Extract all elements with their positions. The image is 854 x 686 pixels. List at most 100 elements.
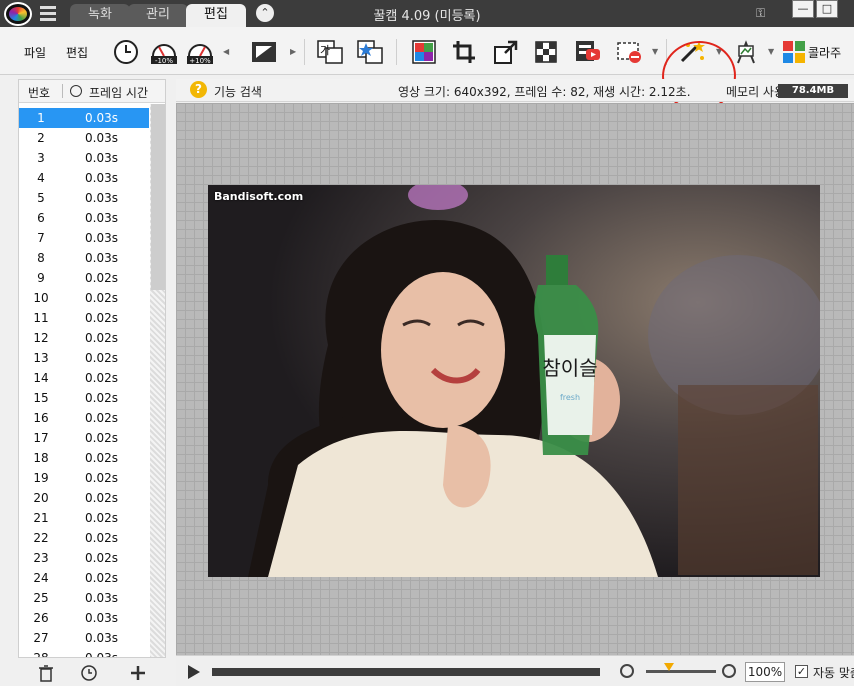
autofit-checkbox[interactable]: ✓ bbox=[795, 665, 808, 678]
remove-frames-icon[interactable] bbox=[616, 38, 644, 66]
frame-number: 4 bbox=[37, 171, 45, 185]
info-bar: ? 기능 검색 영상 크기: 640x392, 프레임 수: 82, 재생 시간… bbox=[176, 79, 854, 102]
frame-row[interactable]: 10 0.02s bbox=[19, 288, 149, 308]
preview-scene: 참이슬 fresh bbox=[208, 185, 820, 577]
frame-row[interactable]: 5 0.03s bbox=[19, 188, 149, 208]
frame-row[interactable]: 28 0.03s bbox=[19, 648, 149, 657]
dropdown-arrow-icon[interactable]: ▼ bbox=[652, 47, 658, 56]
frame-row[interactable]: 11 0.02s bbox=[19, 308, 149, 328]
add-frame-icon[interactable] bbox=[129, 664, 147, 682]
frame-number: 5 bbox=[37, 191, 45, 205]
frame-row[interactable]: 15 0.02s bbox=[19, 388, 149, 408]
frame-row[interactable]: 16 0.02s bbox=[19, 408, 149, 428]
frame-number: 17 bbox=[33, 431, 49, 445]
frame-number: 15 bbox=[33, 391, 49, 405]
frame-row[interactable]: 20 0.02s bbox=[19, 488, 149, 508]
frame-row[interactable]: 21 0.02s bbox=[19, 508, 149, 528]
frame-row[interactable]: 24 0.02s bbox=[19, 568, 149, 588]
frame-row[interactable]: 14 0.02s bbox=[19, 368, 149, 388]
frame-time: 0.02s bbox=[85, 531, 118, 545]
zoom-slider-thumb[interactable] bbox=[664, 663, 675, 671]
frame-time: 0.03s bbox=[85, 251, 118, 265]
window-title: 꿀캠 4.09 (미등록) bbox=[373, 9, 481, 24]
frame-delay-icon[interactable] bbox=[80, 664, 98, 682]
frame-row[interactable]: 2 0.03s bbox=[19, 128, 149, 148]
frame-time: 0.03s bbox=[85, 111, 118, 125]
frame-preview-image[interactable]: 참이슬 fresh Bandisoft.com bbox=[208, 185, 820, 577]
resize-icon[interactable] bbox=[492, 38, 520, 66]
frame-row[interactable]: 13 0.02s bbox=[19, 348, 149, 368]
maximize-button[interactable]: □ bbox=[816, 0, 838, 18]
frame-number: 2 bbox=[37, 131, 45, 145]
text-icon[interactable]: 가 bbox=[316, 38, 344, 66]
edit-menu[interactable]: 편집 bbox=[66, 44, 88, 61]
mosaic-icon[interactable] bbox=[532, 38, 560, 66]
frame-row[interactable]: 17 0.02s bbox=[19, 428, 149, 448]
clock-icon[interactable] bbox=[112, 38, 140, 66]
frame-row[interactable]: 26 0.03s bbox=[19, 608, 149, 628]
frame-row[interactable]: 6 0.03s bbox=[19, 208, 149, 228]
speed-up-icon[interactable]: +10% bbox=[186, 38, 214, 66]
frame-row[interactable]: 22 0.02s bbox=[19, 528, 149, 548]
frame-row[interactable]: 4 0.03s bbox=[19, 168, 149, 188]
frame-row[interactable]: 9 0.02s bbox=[19, 268, 149, 288]
frame-row[interactable]: 12 0.02s bbox=[19, 328, 149, 348]
sticker-icon[interactable] bbox=[356, 38, 384, 66]
frame-number: 18 bbox=[33, 451, 49, 465]
minimize-button[interactable]: — bbox=[792, 0, 814, 18]
frame-row[interactable]: 18 0.02s bbox=[19, 448, 149, 468]
zoom-in-icon[interactable] bbox=[722, 664, 736, 678]
playback-bar: 100% ✓ 자동 맞춤 bbox=[176, 655, 854, 686]
frame-time: 0.03s bbox=[85, 211, 118, 225]
frame-list-header: 번호 프레임 시간 bbox=[19, 80, 165, 103]
frame-number: 11 bbox=[33, 311, 49, 325]
frame-row[interactable]: 19 0.02s bbox=[19, 468, 149, 488]
video-icon[interactable] bbox=[574, 38, 602, 66]
column-header-frame-time[interactable]: 프레임 시간 bbox=[89, 84, 148, 101]
frame-row[interactable]: 27 0.03s bbox=[19, 628, 149, 648]
scrollbar-thumb[interactable] bbox=[151, 104, 165, 290]
paint-icon[interactable] bbox=[732, 38, 760, 66]
feature-search[interactable]: 기능 검색 bbox=[214, 83, 262, 100]
zoom-slider-track[interactable] bbox=[646, 670, 716, 673]
paint-dropdown-icon[interactable]: ▼ bbox=[768, 47, 774, 56]
frame-time: 0.02s bbox=[85, 391, 118, 405]
left-arrow-icon[interactable]: ◀ bbox=[223, 47, 229, 56]
frame-list-footer bbox=[18, 658, 166, 686]
frame-time: 0.03s bbox=[85, 611, 118, 625]
frame-number: 27 bbox=[33, 631, 49, 645]
frame-row[interactable]: 3 0.03s bbox=[19, 148, 149, 168]
collage-icon[interactable] bbox=[780, 38, 808, 66]
trash-icon[interactable] bbox=[37, 664, 55, 682]
frame-time: 0.02s bbox=[85, 351, 118, 365]
title-bar: 녹화 관리 편집 ⌃ 꿀캠 4.09 (미등록) ⚿ — □ bbox=[0, 0, 854, 27]
frame-number: 8 bbox=[37, 251, 45, 265]
frame-list-scrollbar[interactable] bbox=[150, 104, 165, 657]
help-icon[interactable]: ? bbox=[190, 81, 207, 98]
frame-time: 0.03s bbox=[85, 171, 118, 185]
collage-label[interactable]: 콜라주 bbox=[808, 44, 841, 61]
color-filter-icon[interactable] bbox=[410, 38, 438, 66]
timer-icon bbox=[70, 85, 82, 97]
preview-canvas: 참이슬 fresh Bandisoft.com bbox=[176, 103, 854, 655]
playback-progress-bar[interactable] bbox=[212, 668, 600, 676]
zoom-level-display[interactable]: 100% bbox=[745, 662, 785, 682]
frame-number: 19 bbox=[33, 471, 49, 485]
toolbar-divider bbox=[396, 39, 397, 65]
frame-row[interactable]: 8 0.03s bbox=[19, 248, 149, 268]
frame-row[interactable]: 25 0.03s bbox=[19, 588, 149, 608]
zoom-out-icon[interactable] bbox=[620, 664, 634, 678]
frame-number: 20 bbox=[33, 491, 49, 505]
frame-row[interactable]: 1 0.03s bbox=[19, 108, 149, 128]
speed-down-icon[interactable]: -10% bbox=[150, 38, 178, 66]
crop-icon[interactable] bbox=[450, 38, 478, 66]
column-header-number[interactable]: 번호 bbox=[28, 84, 50, 101]
play-icon[interactable] bbox=[188, 665, 200, 679]
file-menu[interactable]: 파일 bbox=[24, 44, 46, 61]
frame-row[interactable]: 7 0.03s bbox=[19, 228, 149, 248]
frame-icon[interactable] bbox=[250, 38, 278, 66]
frame-number: 6 bbox=[37, 211, 45, 225]
key-icon[interactable]: ⚿ bbox=[756, 6, 765, 21]
frame-row[interactable]: 23 0.02s bbox=[19, 548, 149, 568]
right-arrow-icon[interactable]: ▶ bbox=[290, 47, 296, 56]
